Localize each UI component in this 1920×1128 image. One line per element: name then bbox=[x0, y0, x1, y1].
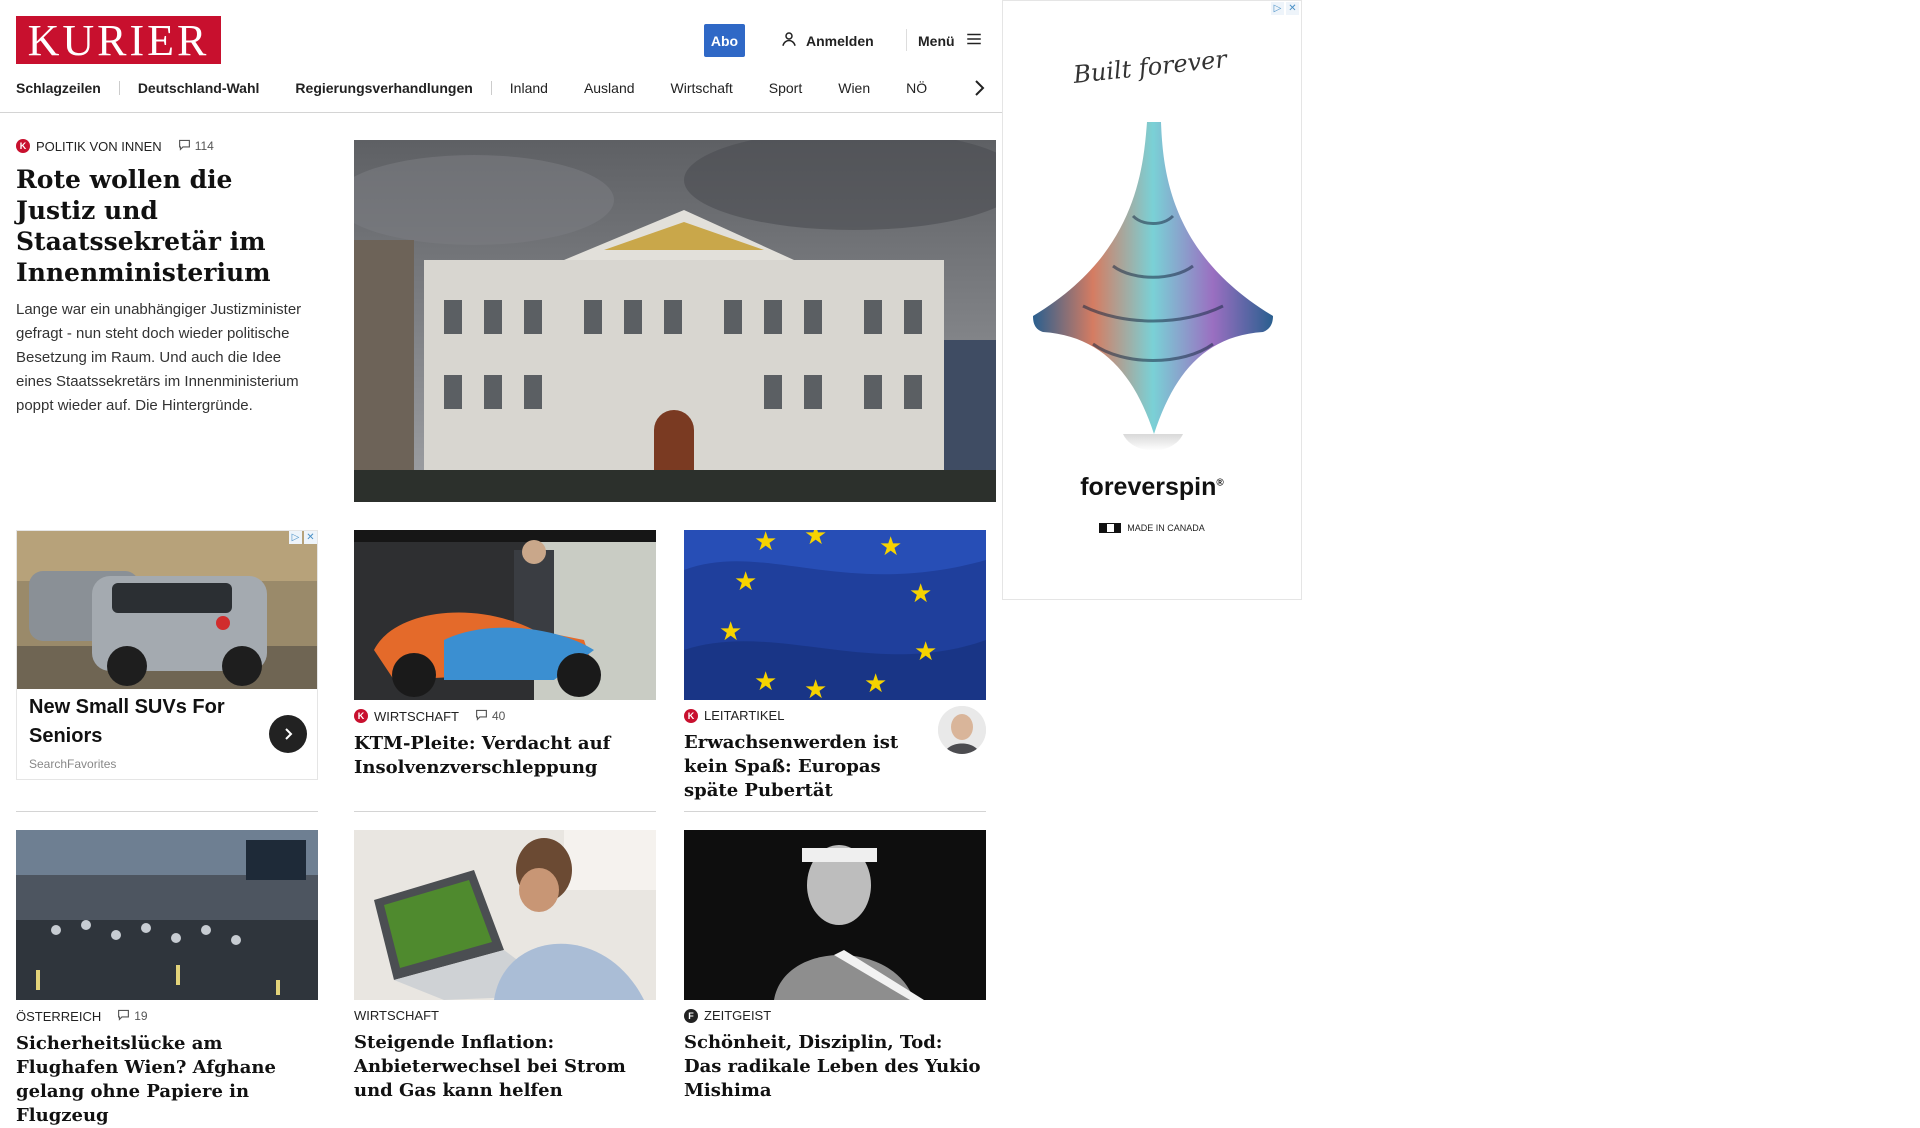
sponsored-headline[interactable]: New Small SUVs For Seniors bbox=[29, 693, 249, 751]
adchoices-icon[interactable]: ▷ ✕ bbox=[287, 531, 317, 547]
canada-flag-icon bbox=[1099, 523, 1122, 533]
svg-text:★: ★ bbox=[734, 567, 757, 597]
card-headline[interactable]: Erwachsenwerden ist kein Spaß: Europas s… bbox=[684, 731, 929, 803]
comment-count[interactable]: 19 bbox=[117, 1008, 148, 1024]
nav-item-deutschland-wahl[interactable]: Deutschland-Wahl bbox=[120, 80, 278, 96]
card-divider bbox=[684, 811, 986, 812]
user-icon bbox=[780, 30, 798, 51]
header-divider-line bbox=[0, 112, 1002, 113]
card-headline[interactable]: Sicherheitslücke am Flughafen Wien? Afgh… bbox=[16, 1032, 318, 1128]
sponsored-card[interactable]: ▷ ✕ New Small SUVs For Seniors SearchFavo… bbox=[16, 530, 318, 780]
svg-text:★: ★ bbox=[804, 530, 827, 551]
adchoices-icon[interactable]: ▷ ✕ bbox=[1269, 2, 1299, 18]
kurier-k-icon: K bbox=[684, 708, 698, 723]
nav-item-inland[interactable]: Inland bbox=[492, 80, 566, 96]
main-navigation: Schlagzeilen Deutschland-Wahl Regierungs… bbox=[16, 78, 966, 98]
svg-text:★: ★ bbox=[754, 667, 777, 697]
card-image-eu-flag[interactable]: ★ ★ ★ ★ ★ ★ ★ ★ ★ ★ bbox=[684, 530, 986, 700]
kurier-k-icon: K bbox=[354, 709, 368, 723]
card-divider bbox=[16, 811, 318, 812]
card-headline[interactable]: Schönheit, Disziplin, Tod: Das radikale … bbox=[684, 1031, 986, 1103]
comment-icon bbox=[117, 1008, 130, 1024]
login-button[interactable]: Anmelden bbox=[780, 24, 874, 57]
svg-text:★: ★ bbox=[909, 579, 932, 609]
ad-tagline: Built forever bbox=[1071, 45, 1229, 89]
nav-item-sport[interactable]: Sport bbox=[751, 80, 820, 96]
nav-item-noe[interactable]: NÖ bbox=[888, 80, 945, 96]
comment-count[interactable]: 114 bbox=[178, 138, 214, 154]
card-category: K WIRTSCHAFT 40 bbox=[354, 708, 656, 724]
spinning-top-image bbox=[1023, 116, 1283, 466]
article-card-leitartikel[interactable]: K LEITARTIKEL Erwachsenwerden ist kein S… bbox=[684, 708, 929, 803]
article-card-mishima[interactable]: f ZEITGEIST Schönheit, Disziplin, Tod: D… bbox=[684, 1008, 986, 1103]
card-image-airport[interactable] bbox=[16, 830, 318, 1000]
card-image-mishima[interactable] bbox=[684, 830, 986, 1000]
svg-text:★: ★ bbox=[864, 669, 887, 699]
author-avatar[interactable] bbox=[938, 706, 986, 754]
menu-label: Menü bbox=[918, 32, 955, 49]
svg-text:★: ★ bbox=[754, 530, 777, 557]
login-label: Anmelden bbox=[806, 32, 874, 49]
comment-icon bbox=[475, 708, 488, 724]
nav-next-arrow-icon[interactable] bbox=[970, 78, 988, 98]
svg-text:★: ★ bbox=[914, 637, 937, 667]
svg-text:★: ★ bbox=[879, 532, 902, 562]
comment-icon bbox=[178, 138, 191, 154]
abo-button[interactable]: Abo bbox=[704, 24, 745, 57]
nav-item-wien[interactable]: Wien bbox=[820, 80, 888, 96]
ad-brand-name: foreverspin® bbox=[1080, 473, 1224, 501]
article-card-flughafen[interactable]: ÖSTERREICH 19 Sicherheitslücke am Flugha… bbox=[16, 1008, 318, 1128]
kurier-k-icon: K bbox=[16, 139, 30, 153]
svg-text:★: ★ bbox=[804, 675, 827, 700]
comment-count[interactable]: 40 bbox=[475, 708, 505, 724]
article-card-inflation[interactable]: WIRTSCHAFT Steigende Inflation: Anbieter… bbox=[354, 1008, 656, 1103]
article-card-ktm[interactable]: K WIRTSCHAFT 40 KTM-Pleite: Verdacht auf… bbox=[354, 708, 656, 780]
ad-made-in: MADE IN CANADA bbox=[1003, 523, 1301, 533]
lead-headline[interactable]: Rote wollen die Justiz und Staatssekretä… bbox=[16, 164, 316, 288]
sponsored-image[interactable] bbox=[17, 531, 317, 689]
sponsored-source[interactable]: SearchFavorites bbox=[29, 757, 116, 771]
lead-category-label[interactable]: POLITIK VON INNEN bbox=[36, 139, 162, 154]
card-category: WIRTSCHAFT bbox=[354, 1008, 439, 1023]
nav-item-schlagzeilen[interactable]: Schlagzeilen bbox=[16, 80, 119, 96]
menu-button[interactable]: Menü bbox=[918, 24, 983, 57]
header-divider bbox=[906, 29, 907, 51]
card-headline[interactable]: KTM-Pleite: Verdacht auf Insolvenzversch… bbox=[354, 732, 656, 780]
lead-teaser: Lange war ein unabhängiger Justizministe… bbox=[16, 301, 302, 414]
card-image-ktm[interactable] bbox=[354, 530, 656, 700]
lead-category: K POLITIK VON INNEN 114 bbox=[16, 138, 316, 154]
kurier-logo[interactable]: KURIER bbox=[16, 16, 221, 65]
nav-item-regierungsverhandlungen[interactable]: Regierungsverhandlungen bbox=[277, 80, 490, 96]
card-image-laptop[interactable] bbox=[354, 830, 656, 1000]
display-ad-foreverspin[interactable]: ▷ ✕ Built forever foreverspin® MADE IN C… bbox=[1002, 0, 1302, 600]
lead-image[interactable] bbox=[354, 140, 996, 502]
lead-article[interactable]: K POLITIK VON INNEN 114 Rote wollen die … bbox=[16, 138, 316, 418]
card-category: ÖSTERREICH 19 bbox=[16, 1008, 148, 1024]
freizeit-f-icon: f bbox=[684, 1008, 698, 1023]
sponsored-arrow-button[interactable] bbox=[269, 715, 307, 753]
nav-item-ausland[interactable]: Ausland bbox=[566, 80, 653, 96]
svg-text:★: ★ bbox=[719, 617, 742, 647]
card-category: K LEITARTIKEL bbox=[684, 708, 929, 723]
hamburger-icon bbox=[965, 30, 983, 51]
card-headline[interactable]: Steigende Inflation: Anbieterwechsel bei… bbox=[354, 1031, 656, 1103]
card-divider bbox=[354, 811, 656, 812]
nav-item-wirtschaft[interactable]: Wirtschaft bbox=[653, 80, 751, 96]
card-category: f ZEITGEIST bbox=[684, 1008, 986, 1023]
